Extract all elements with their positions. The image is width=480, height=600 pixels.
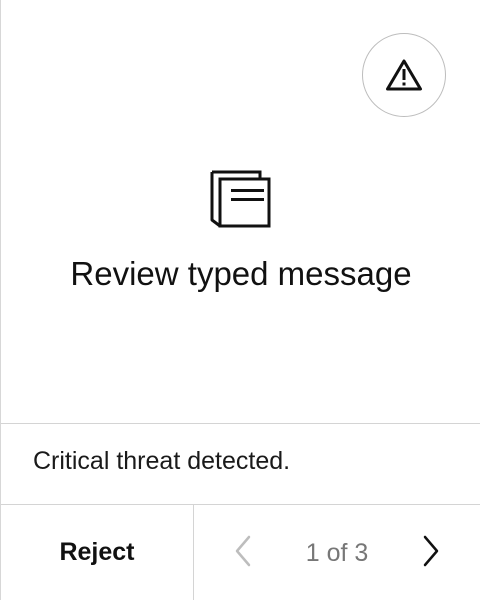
status-message: Critical threat detected. <box>33 447 291 475</box>
warning-triangle-icon <box>385 58 423 92</box>
chevron-left-icon <box>234 535 252 572</box>
review-screen: Review typed message Critical threat det… <box>0 0 480 600</box>
pager-prev-button[interactable] <box>228 535 258 571</box>
pager-count: 1 of 3 <box>305 539 369 567</box>
document-stack-icon <box>210 168 272 228</box>
warning-button[interactable] <box>362 33 446 117</box>
pager: 1 of 3 <box>194 505 480 600</box>
chevron-right-icon <box>422 535 440 572</box>
pager-next-button[interactable] <box>416 535 446 571</box>
reject-button[interactable]: Reject <box>1 505 193 600</box>
page-title: Review typed message <box>70 255 412 292</box>
divider <box>1 423 480 424</box>
reject-button-label: Reject <box>59 538 135 566</box>
